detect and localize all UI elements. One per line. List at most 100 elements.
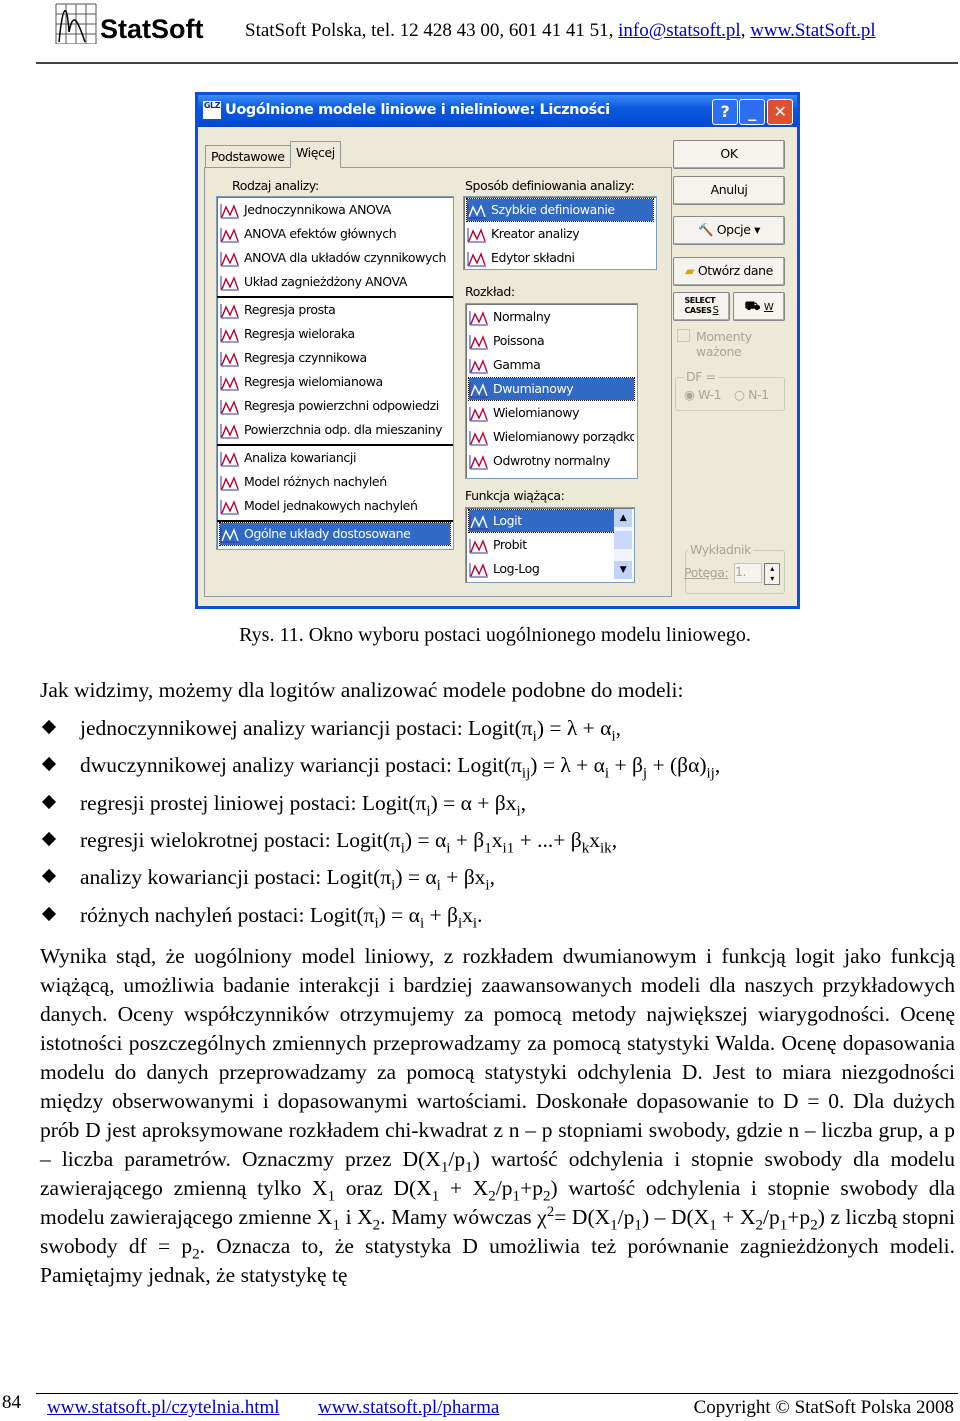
list-item[interactable]: Regresja wieloraka: [220, 323, 450, 345]
scroll-down-icon[interactable]: ▼: [614, 561, 632, 579]
df-w1-label: W-1: [698, 387, 722, 402]
s-label: S: [712, 305, 719, 316]
diamond-bullet-icon: [41, 831, 57, 846]
open-data-button[interactable]: ▰ Otwórz dane: [673, 257, 785, 286]
analysis-type-icon: [220, 399, 240, 415]
scroll-up-icon[interactable]: ▲: [614, 509, 632, 527]
weight-button[interactable]: ⛟ W: [733, 292, 785, 321]
list-item[interactable]: Edytor składni: [467, 247, 653, 269]
method-icon: [467, 203, 487, 219]
bullet-item: dwuczynnikowej analizy wariancji postaci…: [41, 753, 721, 782]
bullet-text: dwuczynnikowej analizy wariancji postaci…: [80, 753, 721, 782]
list-item-label: Model jednakowych nachyleń: [244, 498, 418, 513]
list-item[interactable]: Gamma: [469, 354, 634, 376]
list-item-label: Regresja czynnikowa: [244, 350, 367, 365]
list-item-label: Regresja powierzchni odpowiedzi: [244, 398, 439, 413]
checkbox-icon[interactable]: [677, 329, 690, 342]
list-item-label: ANOVA efektów głównych: [244, 226, 397, 241]
footer-divider: [36, 1393, 958, 1394]
logo-chart-icon: [55, 3, 97, 45]
link-function-list[interactable]: Logit Probit Log-Log: [465, 507, 635, 583]
distribution-chart-icon: [469, 430, 489, 446]
exponent-label: Wykładnik: [688, 542, 753, 557]
figure-caption: Rys. 11. Okno wyboru postaci uogólnioneg…: [239, 624, 751, 646]
analysis-type-icon: [220, 451, 240, 467]
list-item[interactable]: Regresja powierzchni odpowiedzi: [220, 395, 450, 417]
df-option-n1[interactable]: ○ N-1: [734, 387, 769, 402]
diamond-bullet-icon: [41, 719, 57, 735]
cancel-button[interactable]: Anuluj: [673, 176, 785, 205]
list-item-label: Regresja wieloraka: [244, 326, 355, 341]
list-item[interactable]: Układ zagnieżdżony ANOVA: [220, 271, 450, 293]
list-item[interactable]: Odwrotny normalny: [469, 450, 634, 472]
analysis-type-icon: [220, 375, 240, 391]
list-item-label: Odwrotny normalny: [493, 453, 611, 468]
analysis-type-icon: [220, 303, 240, 319]
list-item-label: Analiza kowariancji: [244, 450, 357, 465]
bullet-item: regresji wielokrotnej postaci: Logit(πi)…: [41, 828, 617, 856]
list-item[interactable]: Wielomianowy: [469, 402, 634, 424]
footer-link-pharma[interactable]: www.statsoft.pl/pharma: [318, 1397, 499, 1419]
list-item-label: Normalny: [493, 309, 551, 324]
list-item[interactable]: Normalny: [469, 306, 634, 328]
tab-wiecej[interactable]: Więcej: [290, 141, 341, 168]
list-item-label: Regresja wielomianowa: [244, 374, 383, 389]
options-button[interactable]: 🔨 Opcje ▾: [673, 216, 785, 245]
scrollbar[interactable]: ▲ ▼: [614, 509, 632, 579]
minimize-button[interactable]: _: [739, 99, 765, 125]
list-item[interactable]: Model jednakowych nachyleń: [220, 495, 450, 517]
bullet-item: regresji prostej liniowej postaci: Logit…: [41, 791, 526, 818]
body-paragraph: Wynika stąd, że uogólniony model liniowy…: [40, 944, 956, 1287]
df-option-w1[interactable]: ◉ W-1: [684, 387, 722, 402]
weighted-moments-checkbox[interactable]: Momenty ważone: [677, 329, 756, 359]
list-item[interactable]: Szybkie definiowanie: [466, 198, 654, 222]
list-item[interactable]: Log-Log: [469, 558, 631, 580]
page-number: 84: [2, 1392, 21, 1413]
distribution-chart-icon: [469, 406, 489, 422]
ok-button[interactable]: OK: [673, 140, 785, 169]
list-item-label: Dwumianowy: [493, 381, 574, 396]
diamond-bullet-icon: [41, 869, 57, 884]
list-item[interactable]: Powierzchnia odp. dla mieszaniny: [220, 419, 450, 441]
website-link[interactable]: www.StatSoft.pl: [750, 20, 875, 41]
analysis-type-icon: [220, 251, 240, 267]
list-item[interactable]: Model różnych nachyleń: [220, 471, 450, 493]
list-item[interactable]: Wielomianowy porządkowy: [469, 426, 634, 448]
list-item[interactable]: Analiza kowariancji: [220, 447, 450, 469]
intro-text: Jak widzimy, możemy dla logitów analizow…: [40, 678, 684, 702]
list-item[interactable]: Regresja wielomianowa: [220, 371, 450, 393]
email-link[interactable]: info@statsoft.pl: [618, 20, 741, 41]
list-item[interactable]: Probit: [469, 534, 631, 556]
analysis-type-icon: [220, 203, 240, 219]
list-item[interactable]: Jednoczynnikowa ANOVA: [220, 199, 450, 221]
list-item[interactable]: Ogólne układy dostosowane: [219, 522, 451, 546]
help-button[interactable]: ?: [712, 99, 738, 125]
footer-link-czytelnia[interactable]: www.statsoft.pl/czytelnia.html: [47, 1397, 280, 1419]
list-item[interactable]: Dwumianowy: [468, 377, 635, 401]
tab-podstawowe[interactable]: Podstawowe: [205, 145, 291, 168]
analysis-type-icon: [220, 227, 240, 243]
distribution-chart-icon: [469, 382, 489, 398]
list-item[interactable]: ANOVA efektów głównych: [220, 223, 450, 245]
bullet-item: analizy kowariancji postaci: Logit(πi) =…: [41, 865, 495, 893]
select-cases-button[interactable]: SELECT CASES S: [673, 292, 730, 321]
list-item[interactable]: Regresja prosta: [220, 299, 450, 321]
scroll-thumb[interactable]: [614, 531, 632, 549]
list-item[interactable]: ANOVA dla układów czynnikowych: [220, 247, 450, 269]
list-item[interactable]: Poissona: [469, 330, 634, 352]
power-input[interactable]: 1.: [734, 563, 762, 583]
list-item[interactable]: Regresja czynnikowa: [220, 347, 450, 369]
analysis-type-icon: [220, 327, 240, 343]
analysis-list[interactable]: Jednoczynnikowa ANOVA ANOVA efektów główn…: [216, 196, 454, 550]
method-list[interactable]: Szybkie definiowanie Kreator analizy Edyto…: [463, 196, 657, 270]
link-function-label: Funkcja wiążąca:: [465, 488, 565, 503]
method-icon: [467, 227, 487, 243]
distribution-list[interactable]: Normalny Poissona Gamma Dwumianowy Wielomian…: [465, 303, 638, 479]
list-item[interactable]: Kreator analizy: [467, 223, 653, 245]
distribution-label: Rozkład:: [465, 284, 515, 299]
power-spinner[interactable]: ▴ ▾: [764, 563, 780, 585]
close-button[interactable]: ✕: [767, 99, 793, 125]
df-label: DF =: [684, 369, 718, 384]
list-item[interactable]: Logit: [468, 509, 632, 533]
ok-label: OK: [720, 146, 738, 161]
